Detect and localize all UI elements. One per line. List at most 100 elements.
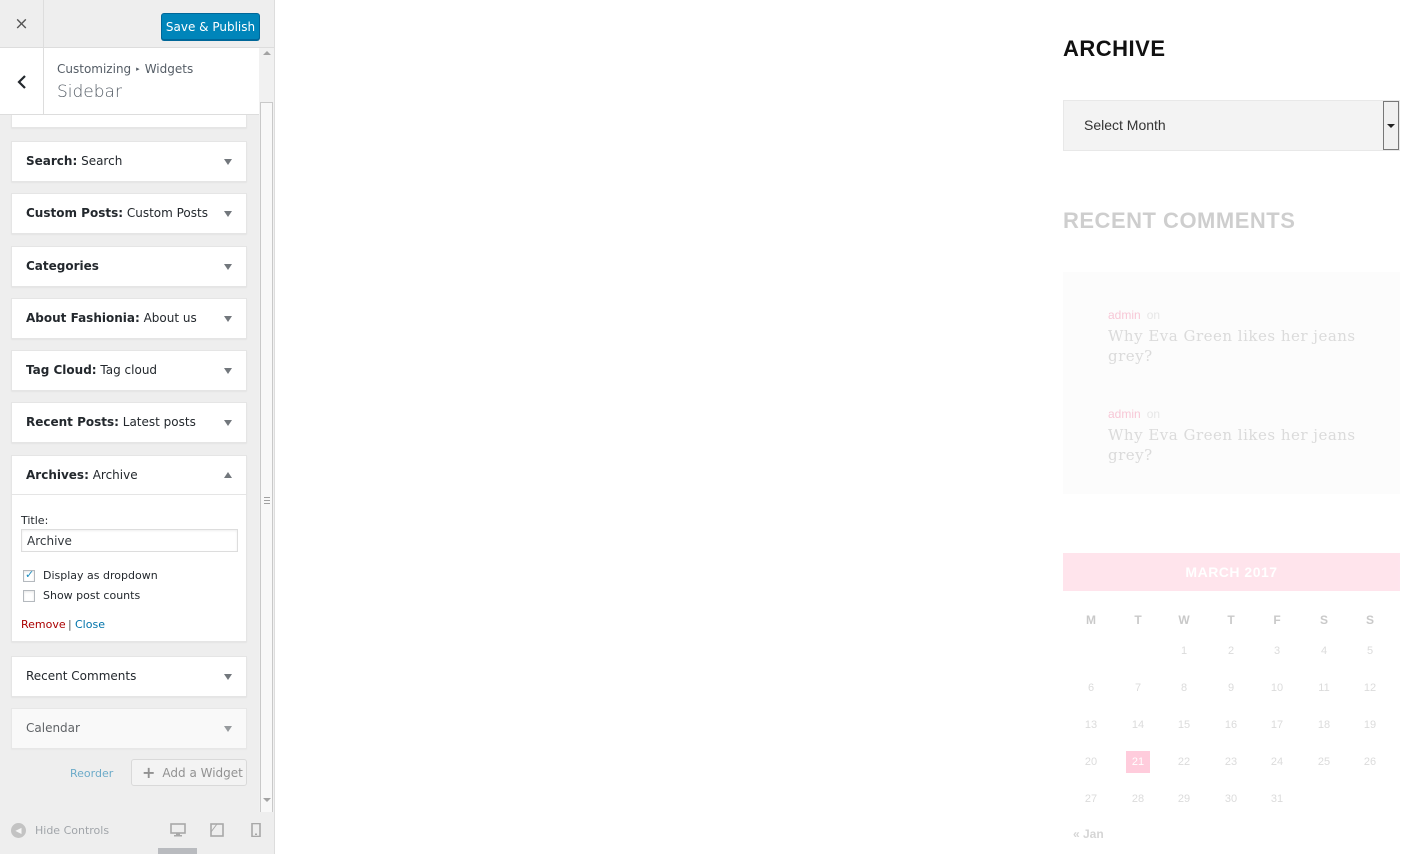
calendar-day: 3 [1273, 645, 1281, 657]
recent-comments-title: RECENT COMMENTS [1063, 208, 1296, 233]
save-publish-button[interactable]: Save & Publish [161, 13, 260, 40]
comment-item: admin on Why Eva Green likes her jeans gr… [1108, 407, 1368, 465]
show-post-counts-option[interactable]: Show post counts [23, 589, 140, 602]
expand-arrow-icon[interactable] [224, 420, 232, 426]
archive-widget-title: ARCHIVE [1063, 36, 1166, 61]
customizer-panel: × Save & Publish Customizing ▸ Widgets Sid… [0, 0, 275, 854]
display-dropdown-checkbox[interactable] [23, 568, 35, 582]
mobile-preview-icon[interactable] [248, 823, 264, 837]
calendar-day: 13 [1084, 719, 1098, 731]
expand-arrow-icon[interactable] [224, 368, 232, 374]
calendar-title: MARCH 2017 [1063, 553, 1400, 591]
section-header: Customizing ▸ Widgets Sidebar [0, 48, 259, 115]
calendar-day-today: 21 [1126, 751, 1150, 773]
calendar-prev-link[interactable]: « Jan [1073, 827, 1104, 841]
calendar-day: 20 [1084, 756, 1098, 768]
calendar-day: 14 [1131, 719, 1145, 731]
breadcrumb-current: Widgets [144, 62, 194, 76]
plus-icon: + [142, 763, 156, 782]
calendar-day: 10 [1270, 682, 1284, 694]
widget-tag-cloud[interactable]: Tag Cloud: Tag cloud [11, 350, 247, 391]
calendar-day: 31 [1270, 793, 1284, 805]
customizer-topbar: × Save & Publish [0, 0, 274, 48]
show-post-counts-checkbox[interactable] [23, 589, 35, 602]
back-button[interactable] [0, 48, 44, 115]
calendar-day: 24 [1270, 756, 1284, 768]
calendar-day: 18 [1317, 719, 1331, 731]
calendar-day: 28 [1131, 793, 1145, 805]
calendar-day: 2 [1227, 645, 1235, 657]
recent-comments-list: admin on Why Eva Green likes her jeans gr… [1063, 272, 1400, 494]
add-widget-label: Add a Widget [162, 765, 243, 780]
expand-arrow-icon[interactable] [224, 159, 232, 165]
breadcrumb: Customizing ▸ Widgets [57, 62, 193, 76]
comment-author-link[interactable]: admin [1108, 308, 1141, 322]
site-preview: ARCHIVE Select Month RECENT COMMENTS adm… [275, 0, 1419, 854]
widget-type: About Fashionia: [26, 311, 140, 325]
tablet-preview-icon[interactable] [209, 823, 225, 837]
expand-arrow-icon[interactable] [224, 211, 232, 217]
calendar-weekday: S [1319, 613, 1328, 627]
section-title: Sidebar [57, 82, 122, 102]
calendar-day: 7 [1134, 682, 1142, 694]
calendar-day: 6 [1087, 682, 1095, 694]
calendar-day: 8 [1180, 682, 1188, 694]
calendar-weekday: W [1178, 613, 1190, 627]
close-customizer-button[interactable]: × [0, 0, 44, 48]
expand-arrow-icon[interactable] [224, 674, 232, 680]
widget-search[interactable]: Search: Search [11, 141, 247, 182]
widget-type: Custom Posts: [26, 206, 124, 220]
link-separator: | [68, 618, 72, 631]
calendar-weekday: F [1273, 613, 1281, 627]
expand-arrow-icon[interactable] [224, 726, 232, 732]
calendar-day: 1 [1180, 645, 1188, 657]
scroll-up-arrow-icon[interactable] [263, 51, 271, 55]
widget-type: Calendar [26, 721, 80, 735]
widget-type: Categories [26, 259, 99, 273]
widget-partial [11, 115, 247, 128]
add-widget-button[interactable]: + Add a Widget [131, 759, 247, 786]
show-post-counts-label: Show post counts [43, 589, 141, 602]
comment-post-link[interactable]: Why Eva Green likes her jeans grey? [1108, 326, 1368, 366]
comment-post-link[interactable]: Why Eva Green likes her jeans grey? [1108, 425, 1368, 465]
calendar-day: 25 [1317, 756, 1331, 768]
month-select[interactable]: Select Month [1063, 100, 1400, 151]
widget-about-fashionia[interactable]: About Fashionia: About us [11, 298, 247, 339]
widget-calendar[interactable]: Calendar [11, 708, 247, 749]
widget-custom-posts[interactable]: Custom Posts: Custom Posts [11, 193, 247, 234]
collapse-arrow-icon[interactable] [224, 472, 232, 478]
widget-archives: Archives: Archive Title: Display as drop… [11, 455, 247, 642]
widget-categories[interactable]: Categories [11, 246, 247, 287]
calendar-weekday: T [1134, 613, 1142, 627]
calendar-day: 15 [1177, 719, 1191, 731]
scroll-down-arrow-icon[interactable] [263, 798, 271, 802]
title-input[interactable] [21, 529, 238, 552]
expand-arrow-icon[interactable] [224, 316, 232, 322]
close-link[interactable]: Close [75, 618, 105, 631]
display-dropdown-option[interactable]: Display as dropdown [23, 568, 158, 582]
display-dropdown-label: Display as dropdown [43, 569, 158, 582]
scroll-thumb[interactable] [260, 102, 273, 842]
widget-recent-posts[interactable]: Recent Posts: Latest posts [11, 402, 247, 443]
calendar-day: 9 [1227, 682, 1235, 694]
desktop-preview-icon[interactable] [170, 823, 186, 837]
calendar-day: 23 [1224, 756, 1238, 768]
widget-archives-header[interactable]: Archives: Archive [12, 456, 246, 495]
hide-controls-button[interactable]: ◀ Hide Controls [11, 823, 109, 838]
widget-type: Archives: [26, 468, 89, 482]
expand-arrow-icon[interactable] [224, 264, 232, 270]
widget-recent-comments[interactable]: Recent Comments [11, 656, 247, 697]
calendar-weekday: S [1365, 613, 1374, 627]
calendar-day: 4 [1320, 645, 1328, 657]
dropdown-arrow-icon[interactable] [1383, 101, 1399, 150]
remove-link[interactable]: Remove [21, 618, 66, 631]
widget-title: Archive [88, 468, 138, 482]
comment-author-link[interactable]: admin [1108, 407, 1141, 421]
reorder-link[interactable]: Reorder [70, 767, 113, 780]
calendar-day: 19 [1363, 719, 1377, 731]
hide-controls-label: Hide Controls [35, 824, 110, 837]
calendar-weekday: M [1086, 613, 1096, 627]
calendar-day: 22 [1177, 756, 1191, 768]
panel-scrollbar[interactable] [259, 48, 274, 842]
calendar-day: 29 [1177, 793, 1191, 805]
